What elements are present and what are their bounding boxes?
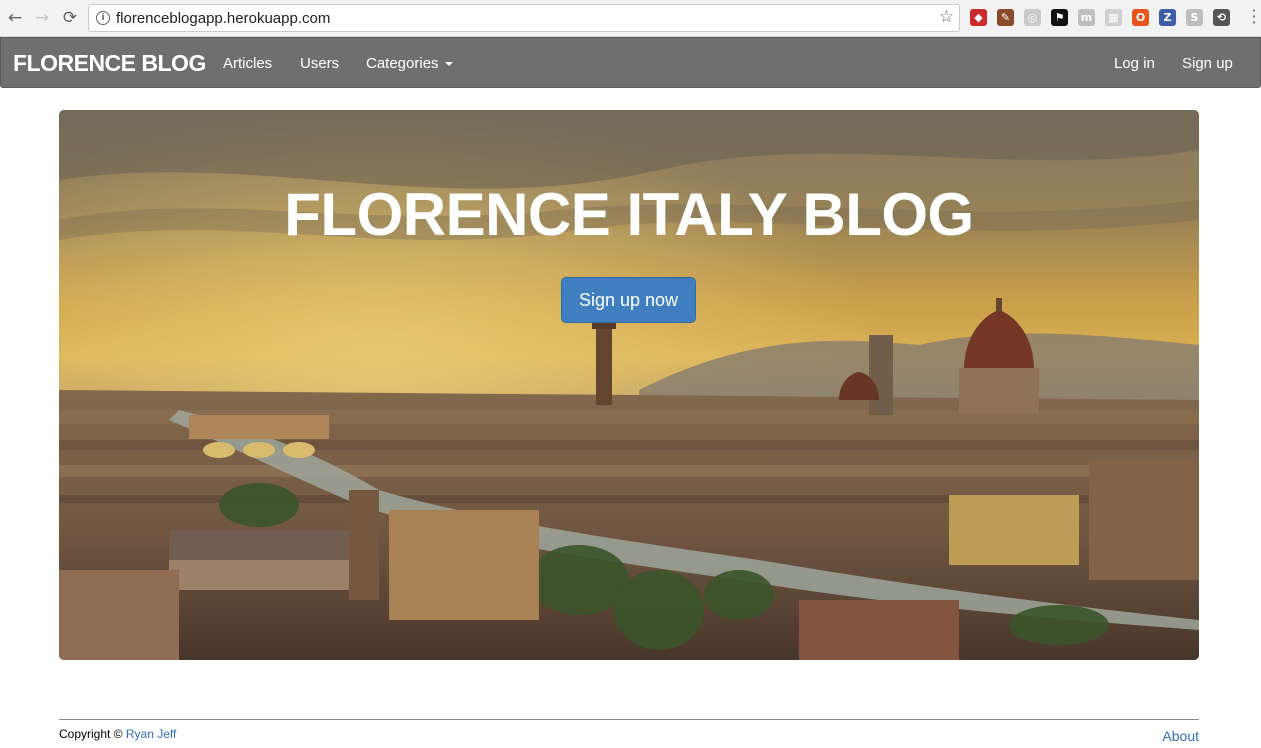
reload-icon[interactable]: ⟳ [60,8,80,28]
site-navbar: FLORENCE BLOG Articles Users Categories … [0,37,1261,88]
menu-dots-icon[interactable]: · · · [1251,3,1257,31]
author-link[interactable]: Ryan Jeff [126,727,176,741]
nav-users[interactable]: Users [300,55,339,72]
lastpass-icon[interactable]: ◆ [970,9,987,26]
browser-toolbar: ← → ⟳ i florenceblogapp.herokuapp.com ☆ … [0,0,1261,37]
pirate-icon[interactable]: ⚑ [1051,9,1068,26]
nav-signup[interactable]: Sign up [1182,55,1233,72]
swirl-icon[interactable]: ◎ [1024,9,1041,26]
forward-icon[interactable]: → [32,8,52,28]
nav-categories-label: Categories [366,55,439,72]
copyright-text: Copyright © [59,727,123,741]
office-icon[interactable]: O [1132,9,1149,26]
footer-divider [59,719,1199,720]
bookmark-star-icon[interactable]: ☆ [939,7,954,27]
brand-logo[interactable]: FLORENCE BLOG [13,50,206,77]
sync-icon[interactable]: ⟲ [1213,9,1230,26]
back-icon[interactable]: ← [5,8,25,28]
footer-about-link[interactable]: About [1162,728,1199,744]
skype-icon[interactable]: S [1186,9,1203,26]
nav-categories-dropdown[interactable]: Categories [366,55,453,72]
dropper-icon[interactable]: ✎ [997,9,1014,26]
grid-icon[interactable]: ▦ [1105,9,1122,26]
nav-articles[interactable]: Articles [223,55,272,72]
caret-down-icon [444,62,453,67]
signup-now-button[interactable]: Sign up now [561,277,696,323]
nav-login[interactable]: Log in [1114,55,1155,72]
info-icon[interactable]: i [96,11,110,25]
z-icon[interactable]: Z [1159,9,1176,26]
address-bar[interactable]: i florenceblogapp.herokuapp.com ☆ [88,4,960,32]
hero-jumbotron: FLORENCE ITALY BLOG Sign up now [59,110,1199,660]
url-text[interactable]: florenceblogapp.herokuapp.com [116,10,330,27]
footer-copyright: Copyright © Ryan Jeff [59,727,176,741]
hero-title: FLORENCE ITALY BLOG [284,181,974,248]
m-icon[interactable]: m [1078,9,1095,26]
